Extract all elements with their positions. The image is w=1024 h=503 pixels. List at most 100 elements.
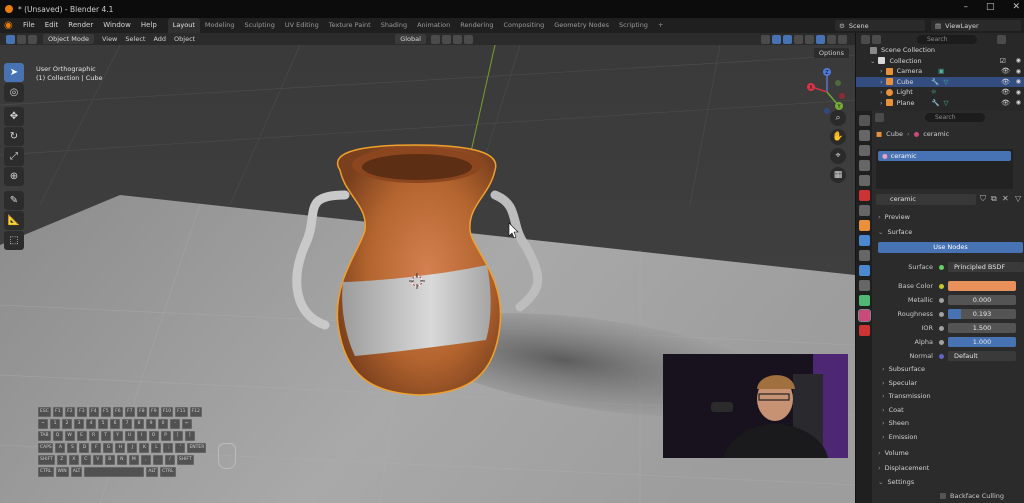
texture-tab-icon[interactable] (859, 325, 870, 336)
emission-section-header[interactable]: › Emission (882, 431, 1024, 443)
checkbox-icon[interactable] (940, 493, 946, 499)
collection-tab-icon[interactable] (859, 205, 870, 216)
world-tab-icon[interactable] (859, 190, 870, 201)
transmission-section-header[interactable]: › Transmission (882, 390, 1024, 402)
cursor-tool[interactable]: ◎ (4, 83, 24, 102)
select-mode-icon[interactable] (17, 34, 26, 44)
modifier-tab-icon[interactable] (859, 235, 870, 246)
transform-orientation-dropdown[interactable]: Global (395, 34, 426, 44)
perspective-toggle-button[interactable]: ▦ (830, 167, 846, 183)
tab-modeling[interactable]: Modeling (200, 18, 240, 33)
surface-shader-dropdown[interactable]: Principled BSDF (948, 262, 1024, 272)
base-color-swatch[interactable] (948, 281, 1016, 291)
subsurface-section-header[interactable]: › Subsurface (882, 363, 1024, 375)
use-nodes-button[interactable]: Use Nodes (878, 242, 1023, 253)
pivot-icon[interactable] (430, 34, 440, 44)
outliner-search-input[interactable]: Search (917, 34, 977, 44)
shading-material-icon[interactable] (827, 34, 836, 44)
settings-section-header[interactable]: ⌄ Settings (878, 476, 1023, 488)
eye-icon[interactable]: 👁 (1001, 78, 1010, 86)
render-camera-icon[interactable]: ◉ (1016, 99, 1021, 106)
tab-texture-paint[interactable]: Texture Paint (324, 18, 376, 33)
tab-shading[interactable]: Shading (376, 18, 412, 33)
add-workspace-button[interactable]: + (653, 18, 668, 33)
physics-tab-icon[interactable] (859, 265, 870, 276)
duplicate-material-icon[interactable]: ⧉ (991, 194, 997, 204)
measure-tool[interactable]: 📐 (4, 211, 24, 230)
3d-viewport[interactable]: User Orthographic (1) Collection | Cube … (0, 45, 855, 503)
properties-search-input[interactable]: Search (925, 113, 985, 122)
material-tab-icon[interactable] (858, 309, 871, 322)
minimize-icon[interactable]: – (963, 2, 968, 12)
checkbox-icon[interactable]: ☑ (1000, 57, 1006, 65)
maximize-icon[interactable]: □ (986, 2, 995, 12)
render-tab-icon[interactable] (859, 130, 870, 141)
data-tab-icon[interactable] (859, 295, 870, 306)
select-mode-extend-icon[interactable] (28, 34, 37, 44)
ior-field[interactable]: 1.500 (948, 323, 1016, 333)
material-slot-item[interactable]: ● ceramic (878, 151, 1011, 161)
normal-field[interactable]: Default (948, 351, 1016, 361)
scene-selector[interactable]: ⚙ Scene (835, 20, 925, 31)
sheen-section-header[interactable]: › Sheen (882, 417, 1024, 429)
outliner-funnel-icon[interactable] (997, 34, 1006, 44)
material-slot-list[interactable]: ● ceramic (876, 149, 1013, 189)
editor-type-icon[interactable] (6, 34, 15, 44)
outliner-row-collection[interactable]: ⌄ Collection ☑ ◉ (856, 56, 1024, 67)
scale-tool[interactable]: ⤢ (4, 147, 24, 166)
render-camera-icon[interactable]: ◉ (1016, 78, 1021, 85)
mode-dropdown[interactable]: Object Mode (43, 34, 94, 44)
tab-layout[interactable]: Layout (167, 18, 200, 33)
unlink-material-icon[interactable]: ✕ (1002, 194, 1009, 203)
overlay-toggle-icon[interactable] (783, 34, 792, 44)
options-button[interactable]: Options (813, 48, 849, 58)
tab-compositing[interactable]: Compositing (498, 18, 549, 33)
surface-section-header[interactable]: ⌄ Surface (878, 226, 1023, 238)
outliner-filter-icon[interactable] (872, 34, 881, 44)
render-camera-icon[interactable]: ◉ (1016, 68, 1021, 75)
tab-uv-editing[interactable]: UV Editing (280, 18, 324, 33)
shading-solid-icon[interactable] (816, 34, 825, 44)
constraints-tab-icon[interactable] (859, 280, 870, 291)
tab-animation[interactable]: Animation (412, 18, 455, 33)
material-name-field[interactable]: ceramic (876, 194, 976, 205)
gizmo-neg-y-icon[interactable] (835, 80, 841, 86)
menu-object[interactable]: Object (170, 34, 199, 44)
funnel-icon[interactable]: ▽ (1015, 194, 1021, 203)
proportional-edit-icon[interactable] (463, 34, 473, 44)
snap-target-icon[interactable] (452, 34, 462, 44)
outliner-row-cube[interactable]: › Cube 🔧 ▽ 👁 ◉ (856, 76, 1024, 87)
shading-rendered-icon[interactable] (838, 34, 847, 44)
transform-tool[interactable]: ⊕ (4, 167, 24, 186)
xray-icon[interactable] (794, 34, 803, 44)
select-box-tool[interactable]: ➤ (4, 63, 24, 82)
preview-section-header[interactable]: › Preview (878, 211, 1023, 223)
output-tab-icon[interactable] (859, 145, 870, 156)
gizmo-neg-x-icon[interactable] (839, 93, 845, 99)
menu-view[interactable]: View (98, 34, 121, 44)
tab-scripting[interactable]: Scripting (614, 18, 653, 33)
outliner-row-plane[interactable]: › Plane 🔧 ▽ 👁 ◉ (856, 98, 1024, 109)
tab-sculpting[interactable]: Sculpting (239, 18, 279, 33)
eye-icon[interactable]: 👁 (1001, 99, 1010, 107)
eye-icon[interactable]: 👁 (1001, 88, 1010, 96)
scene-tab-icon[interactable] (859, 175, 870, 186)
snap-icon[interactable] (441, 34, 451, 44)
tool-tab-icon[interactable] (859, 115, 870, 126)
gizmo-toggle-icon[interactable] (772, 34, 781, 44)
coat-section-header[interactable]: › Coat (882, 404, 1024, 416)
annotate-tool[interactable]: ✎ (4, 191, 24, 210)
outliner-row-light[interactable]: › Light ☼ 👁 ◉ (856, 87, 1024, 98)
camera-view-button[interactable]: ⌖ (830, 148, 846, 164)
outliner-row-camera[interactable]: › Camera ▣ 👁 ◉ (856, 66, 1024, 77)
fake-user-shield-icon[interactable]: ⛉ (980, 194, 986, 204)
particles-tab-icon[interactable] (859, 250, 870, 261)
visibility-icon[interactable] (761, 34, 770, 44)
outliner-editor-icon[interactable] (861, 34, 870, 44)
properties-editor-icon[interactable] (875, 113, 884, 122)
displacement-section-header[interactable]: › Displacement (878, 462, 1023, 474)
menu-help[interactable]: Help (136, 18, 162, 33)
volume-section-header[interactable]: › Volume (878, 447, 1023, 459)
render-camera-icon[interactable]: ◉ (1016, 89, 1021, 96)
camera-icon[interactable]: ◉ (1016, 57, 1021, 64)
